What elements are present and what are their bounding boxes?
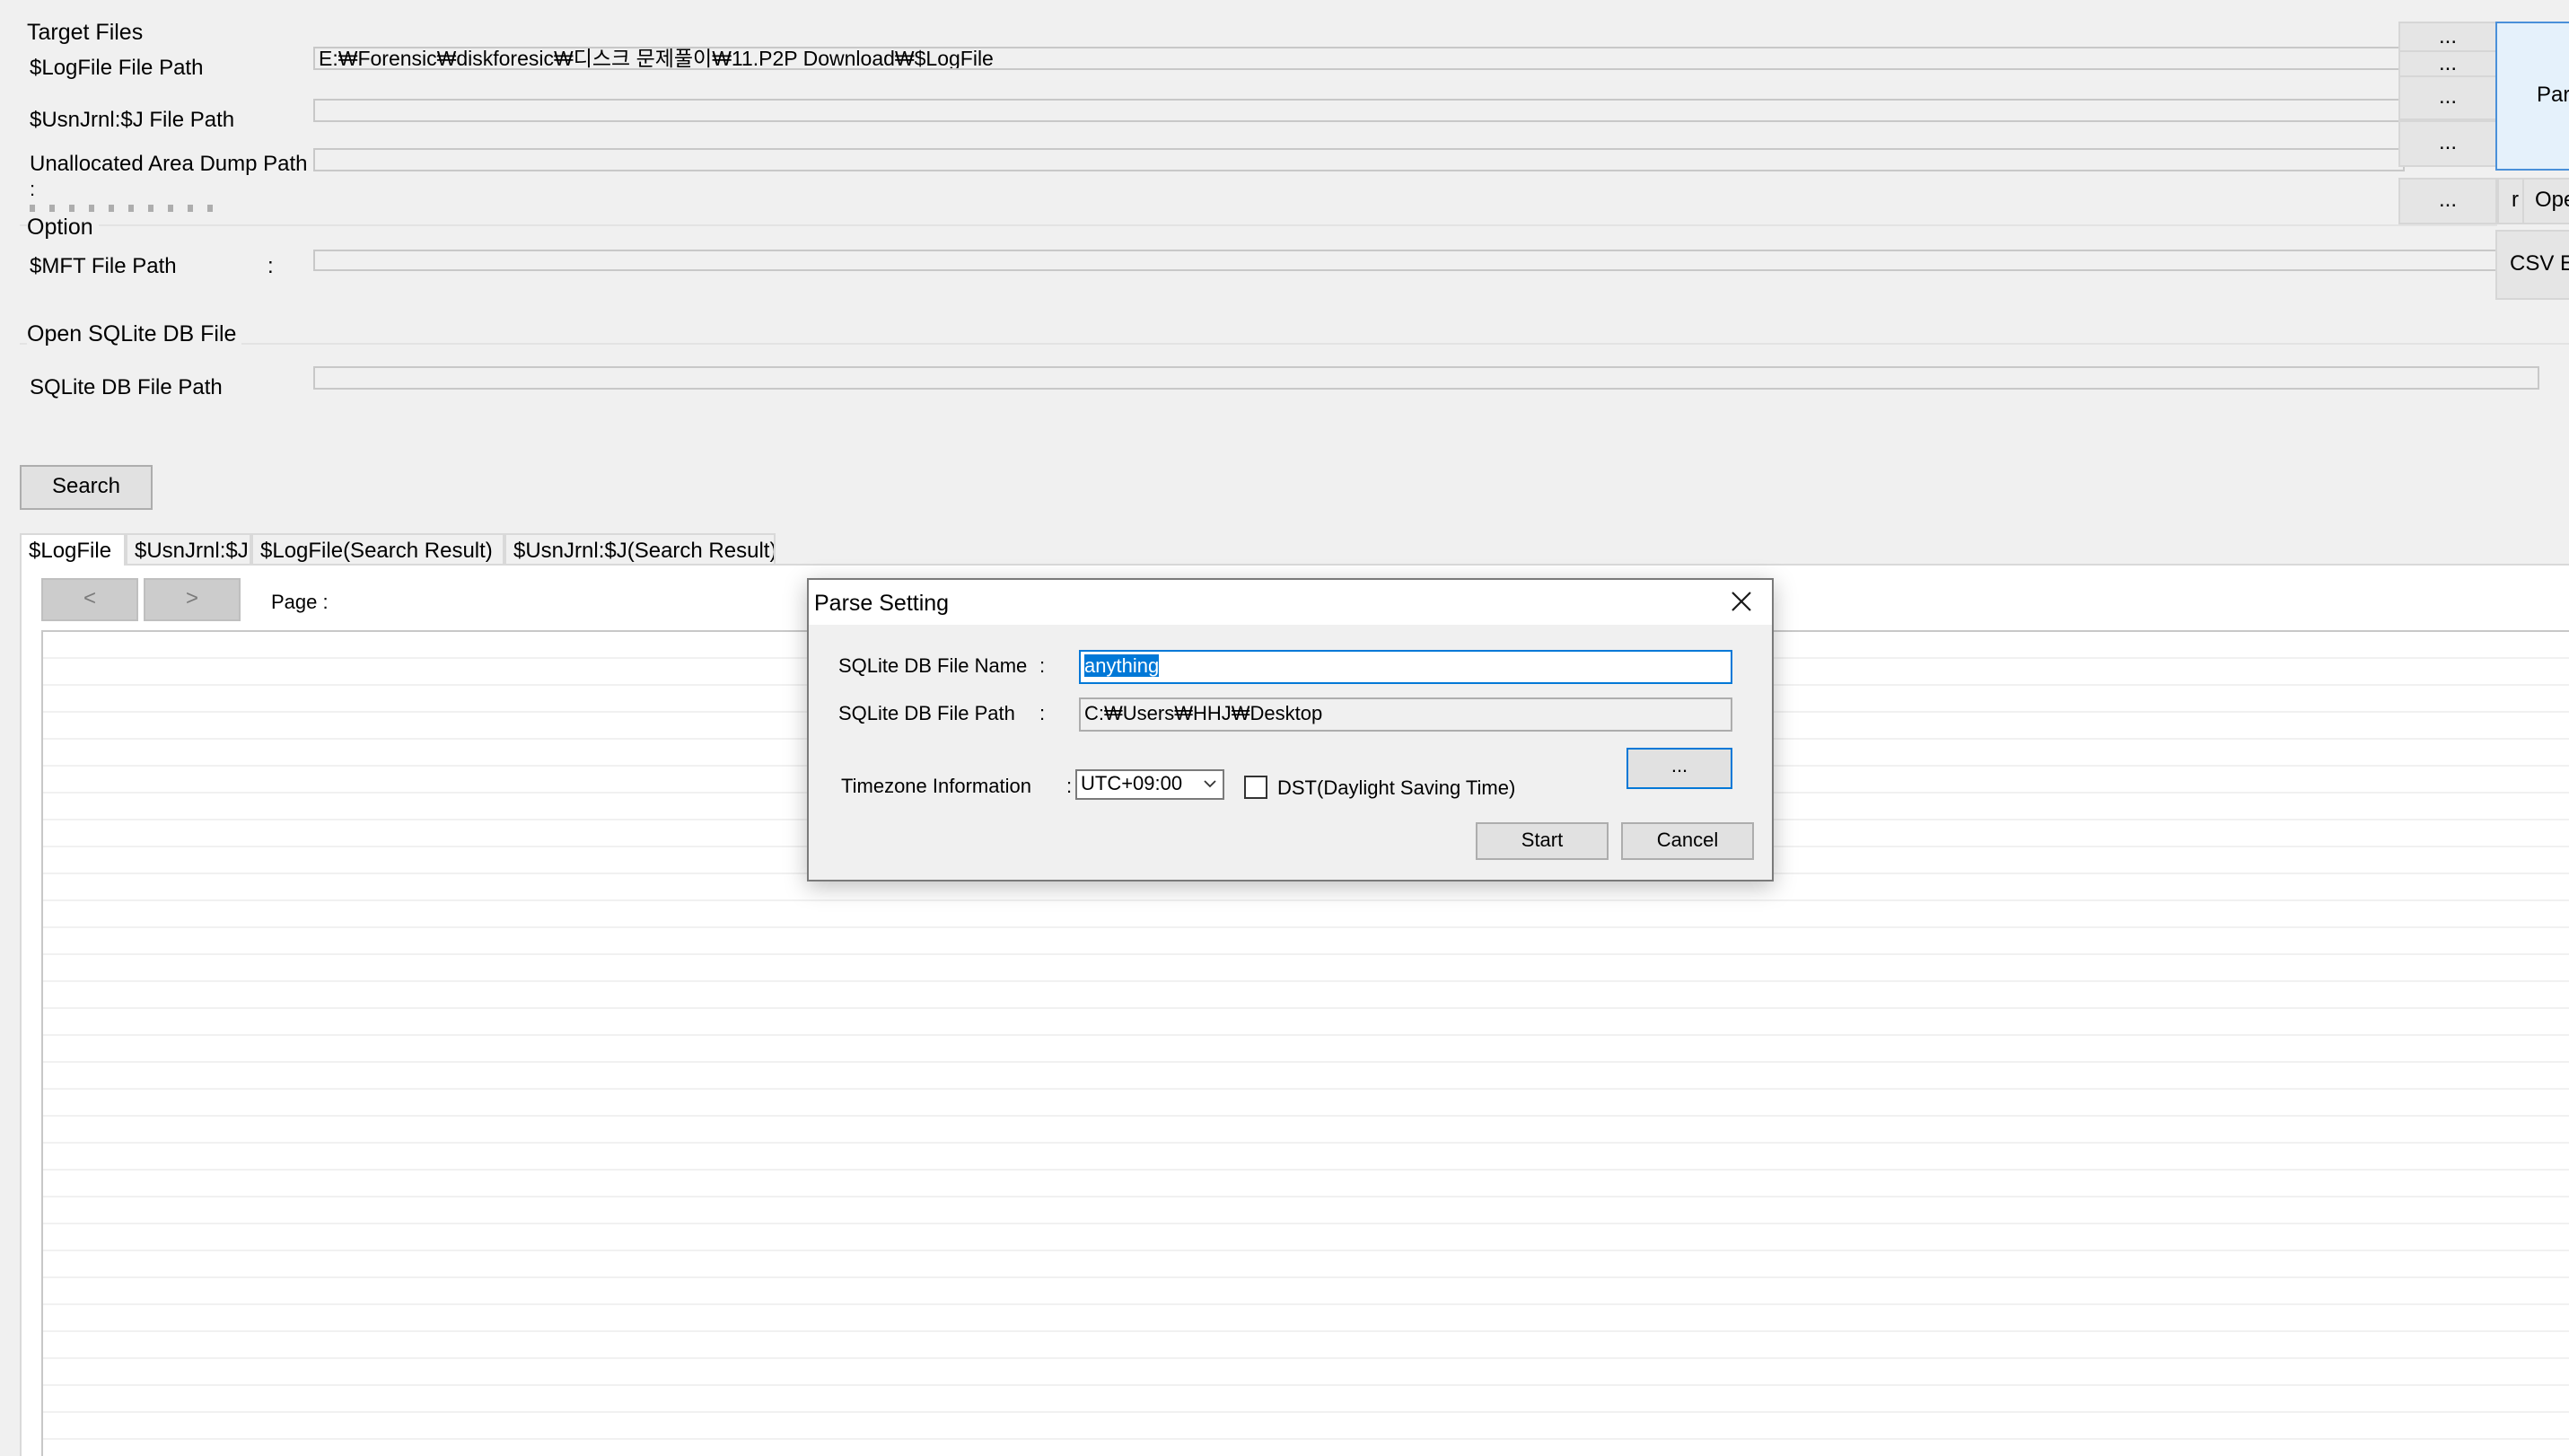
unallocated-dump-path-input[interactable] xyxy=(313,148,2405,171)
search-button[interactable]: Search xyxy=(20,465,153,510)
logfile-path-input[interactable]: E:₩Forensic₩diskforesic₩디스크 문제풀이₩11.P2P … xyxy=(313,47,2405,70)
db-path-label: SQLite DB File Path xyxy=(838,702,1015,724)
chevron-down-icon xyxy=(1203,771,1217,796)
cancel-button[interactable]: Cancel xyxy=(1621,822,1754,860)
dst-checkbox[interactable] xyxy=(1244,776,1267,799)
open-sqlite-group-title: Open SQLite DB File xyxy=(27,323,242,346)
prev-page-button[interactable]: < xyxy=(41,578,138,621)
dialog-title: Parse Setting xyxy=(814,591,950,616)
option-group-border xyxy=(20,224,2497,226)
sqlite-path-input[interactable] xyxy=(313,366,2539,390)
browse-unallocated-button[interactable]: ... xyxy=(2398,120,2497,167)
db-name-selected-text: anything xyxy=(1084,654,1160,677)
open-button[interactable]: Ope xyxy=(2522,178,2569,224)
browse-db-path-button[interactable]: ... xyxy=(1626,748,1732,789)
tab-usnjrnl-search-result[interactable]: $UsnJrnl:$J(Search Result) xyxy=(504,533,776,566)
open-sqlite-group-border xyxy=(20,343,2569,345)
db-path-colon: : xyxy=(1039,702,1046,724)
usnjrnl-path-label: $UsnJrnl:$J File Path xyxy=(30,108,235,132)
parse-setting-dialog: Parse Setting SQLite DB File Name : anyt… xyxy=(807,578,1774,881)
unallocated-dump-path-label: Unallocated Area Dump Path xyxy=(30,152,308,176)
sqlite-path-label: SQLite DB File Path xyxy=(30,375,223,399)
dst-label: DST(Daylight Saving Time) xyxy=(1277,776,1516,799)
close-icon[interactable] xyxy=(1714,582,1768,621)
timezone-colon: : xyxy=(1066,775,1073,797)
dialog-titlebar: Parse Setting xyxy=(809,580,1772,625)
unallocated-dump-colon: : xyxy=(30,178,36,200)
option-group-title: Option xyxy=(27,216,99,239)
tab-logfile-search-result[interactable]: $LogFile(Search Result) xyxy=(251,533,504,566)
tab-logfile[interactable]: $LogFile xyxy=(20,533,126,566)
mft-path-input[interactable] xyxy=(313,250,2497,271)
page-label: Page : xyxy=(271,591,329,613)
next-page-button[interactable]: > xyxy=(144,578,241,621)
usnjrnl-path-input[interactable] xyxy=(313,99,2405,122)
timezone-label: Timezone Information xyxy=(841,775,1031,797)
parse-button[interactable]: Par xyxy=(2495,22,2569,171)
main-window: Target Files $LogFile File Path E:₩Foren… xyxy=(0,0,2569,1456)
db-name-label: SQLite DB File Name xyxy=(838,654,1028,677)
browse-extra-button[interactable]: ... xyxy=(2398,75,2497,120)
logfile-path-label: $LogFile File Path xyxy=(30,56,204,80)
browse-logfile-button[interactable]: ... xyxy=(2398,22,2497,52)
db-path-input[interactable]: C:₩Users₩HHJ₩Desktop xyxy=(1079,697,1732,732)
db-name-colon: : xyxy=(1039,654,1046,677)
clear-button[interactable]: r xyxy=(2497,178,2524,224)
browse-mft-button[interactable]: ... xyxy=(2398,178,2497,224)
db-name-input[interactable]: anything xyxy=(1079,650,1732,684)
mft-path-colon: : xyxy=(267,254,274,278)
mft-path-label: $MFT File Path xyxy=(30,254,177,278)
clipped-label-fragment xyxy=(30,205,227,212)
start-button[interactable]: Start xyxy=(1476,822,1609,860)
browse-usnjrnl-button[interactable]: ... xyxy=(2398,50,2497,77)
timezone-value: UTC+09:00 xyxy=(1081,772,1183,794)
timezone-select[interactable]: UTC+09:00 xyxy=(1075,769,1224,800)
target-files-group-title: Target Files xyxy=(27,20,144,45)
csv-export-button[interactable]: CSV E xyxy=(2495,230,2569,300)
tab-usnjrnl[interactable]: $UsnJrnl:$J xyxy=(126,533,251,566)
